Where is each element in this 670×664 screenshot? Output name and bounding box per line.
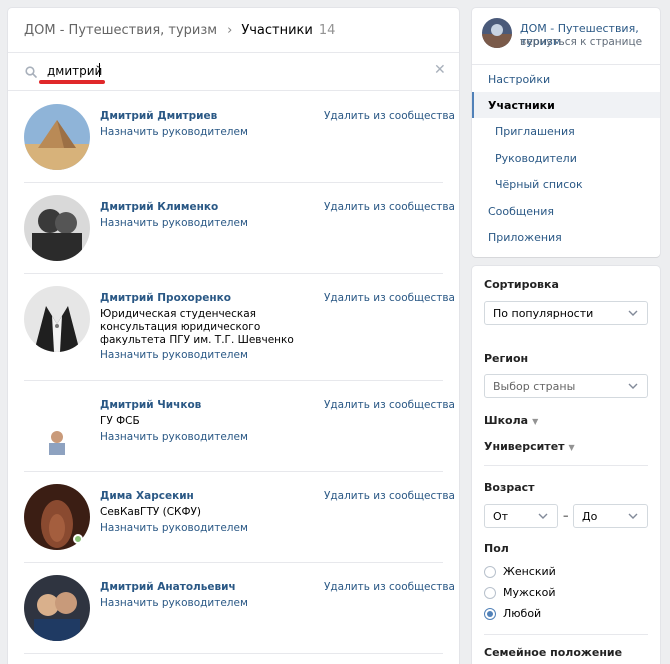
make-manager-link[interactable]: Назначить руководителем xyxy=(100,126,248,138)
nav-item-managers[interactable]: Руководители xyxy=(472,145,660,171)
sex-radio-any[interactable]: Любой xyxy=(484,607,541,620)
make-manager-link[interactable]: Назначить руководителем xyxy=(100,597,248,609)
member-avatar[interactable] xyxy=(24,104,90,170)
age-to-select[interactable]: До xyxy=(573,504,648,528)
age-range-dash: – xyxy=(563,509,569,522)
radio-circle xyxy=(484,565,496,578)
breadcrumb-group-link[interactable]: ДОМ - Путешествия, туризм xyxy=(24,23,217,38)
search-input[interactable]: дмитрий xyxy=(47,64,102,78)
remove-member-link[interactable]: Удалить из сообщества xyxy=(324,110,455,122)
radio-label: Женский xyxy=(503,565,556,578)
make-manager-link[interactable]: Назначить руководителем xyxy=(100,431,248,443)
member-avatar[interactable] xyxy=(24,393,90,459)
nav-divider xyxy=(472,64,660,65)
school-dropdown[interactable]: Школа ▼ xyxy=(484,414,538,427)
university-label: Университет xyxy=(484,440,565,453)
radio-circle-selected xyxy=(484,607,496,620)
country-select[interactable]: Выбор страны xyxy=(484,374,648,398)
search-highlight-underline xyxy=(39,80,105,84)
member-details: ГУ ФСБ xyxy=(100,415,140,427)
back-to-page-link[interactable]: вернуться к странице xyxy=(520,36,642,48)
remove-member-link[interactable]: Удалить из сообщества xyxy=(324,201,455,213)
make-manager-link[interactable]: Назначить руководителем xyxy=(100,217,248,229)
filter-divider xyxy=(484,634,648,635)
radio-label: Мужской xyxy=(503,586,556,599)
family-status-label: Семейное положение xyxy=(484,646,623,659)
age-label: Возраст xyxy=(484,481,535,494)
group-avatar[interactable] xyxy=(482,18,512,48)
remove-member-link[interactable]: Удалить из сообщества xyxy=(324,490,455,502)
page-title: Участники xyxy=(241,22,313,38)
text-cursor xyxy=(99,63,100,77)
sex-radio-male[interactable]: Мужской xyxy=(484,586,555,599)
member-row: Дмитрий Чичков ГУ ФСБ Назначить руководи… xyxy=(8,381,459,472)
nav-item-settings[interactable]: Настройки xyxy=(472,66,660,92)
member-name[interactable]: Дмитрий Анатольевич xyxy=(100,581,236,593)
member-avatar[interactable] xyxy=(24,195,90,261)
make-manager-link[interactable]: Назначить руководителем xyxy=(100,349,248,361)
row-divider xyxy=(24,653,443,654)
country-select-placeholder: Выбор страны xyxy=(493,379,576,393)
age-from-select[interactable]: От xyxy=(484,504,558,528)
member-row: Дима Харсекин СевКавГТУ (СКФУ) Назначить… xyxy=(8,472,459,563)
breadcrumb-separator-icon: › xyxy=(227,22,233,38)
sex-radio-female[interactable]: Женский xyxy=(484,565,556,578)
caret-down-icon: ▼ xyxy=(568,443,575,452)
member-details: Юридическая студенческая консультация юр… xyxy=(100,308,294,346)
radio-circle xyxy=(484,586,496,599)
member-name[interactable]: Дмитрий Чичков xyxy=(100,399,201,411)
online-indicator xyxy=(73,534,83,544)
member-row: Дмитрий Прохоренко Юридическая студенчес… xyxy=(8,274,459,381)
nav-item-invitations[interactable]: Приглашения xyxy=(472,118,660,144)
chevron-down-icon xyxy=(538,513,548,519)
nav-item-apps[interactable]: Приложения xyxy=(472,224,660,250)
member-name[interactable]: Дима Харсекин xyxy=(100,490,194,502)
group-nav-card: ДОМ - Путешествия, туризм вернуться к ст… xyxy=(472,8,660,257)
nav-item-blacklist[interactable]: Чёрный список xyxy=(472,171,660,197)
nav-item-messages[interactable]: Сообщения xyxy=(472,198,660,224)
remove-member-link[interactable]: Удалить из сообщества xyxy=(324,581,455,593)
remove-member-link[interactable]: Удалить из сообщества xyxy=(324,399,455,411)
radio-label: Любой xyxy=(503,607,542,620)
sort-select[interactable]: По популярности xyxy=(484,301,648,325)
nav-item-members[interactable]: Участники xyxy=(472,92,660,118)
sort-label: Сортировка xyxy=(484,278,559,291)
chevron-down-icon xyxy=(628,513,638,519)
members-count: 14 xyxy=(318,22,336,38)
member-avatar[interactable] xyxy=(24,286,90,352)
chevron-down-icon xyxy=(628,383,638,389)
members-panel: ДОМ - Путешествия, туризм › Участники 14… xyxy=(8,8,459,664)
member-details: СевКавГТУ (СКФУ) xyxy=(100,506,202,518)
member-row: Дмитрий Клименко Назначить руководителем… xyxy=(8,183,459,274)
member-row: Дмитрий Анатольевич Назначить руководите… xyxy=(8,563,459,654)
age-from-value: От xyxy=(493,509,509,523)
remove-member-link[interactable]: Удалить из сообщества xyxy=(324,292,455,304)
breadcrumb: ДОМ - Путешествия, туризм › Участники 14 xyxy=(8,8,459,53)
clear-search-icon[interactable]: ✕ xyxy=(434,62,446,78)
region-label: Регион xyxy=(484,352,529,365)
age-to-value: До xyxy=(582,509,598,523)
caret-down-icon: ▼ xyxy=(532,417,539,426)
university-dropdown[interactable]: Университет ▼ xyxy=(484,440,575,453)
member-avatar[interactable] xyxy=(24,575,90,641)
sex-label: Пол xyxy=(484,542,509,555)
filters-panel: Сортировка По популярности Регион Выбор … xyxy=(472,266,660,664)
search-icon xyxy=(25,66,37,78)
member-row: Дмитрий Дмитриев Назначить руководителем… xyxy=(8,92,459,183)
filter-divider xyxy=(484,465,648,466)
member-name[interactable]: Дмитрий Дмитриев xyxy=(100,110,217,122)
school-label: Школа xyxy=(484,414,529,427)
member-name[interactable]: Дмитрий Прохоренко xyxy=(100,292,231,304)
chevron-down-icon xyxy=(628,310,638,316)
sort-select-value: По популярности xyxy=(493,306,594,320)
make-manager-link[interactable]: Назначить руководителем xyxy=(100,522,248,534)
search-bar[interactable]: дмитрий ✕ xyxy=(8,53,459,91)
member-name[interactable]: Дмитрий Клименко xyxy=(100,201,218,213)
